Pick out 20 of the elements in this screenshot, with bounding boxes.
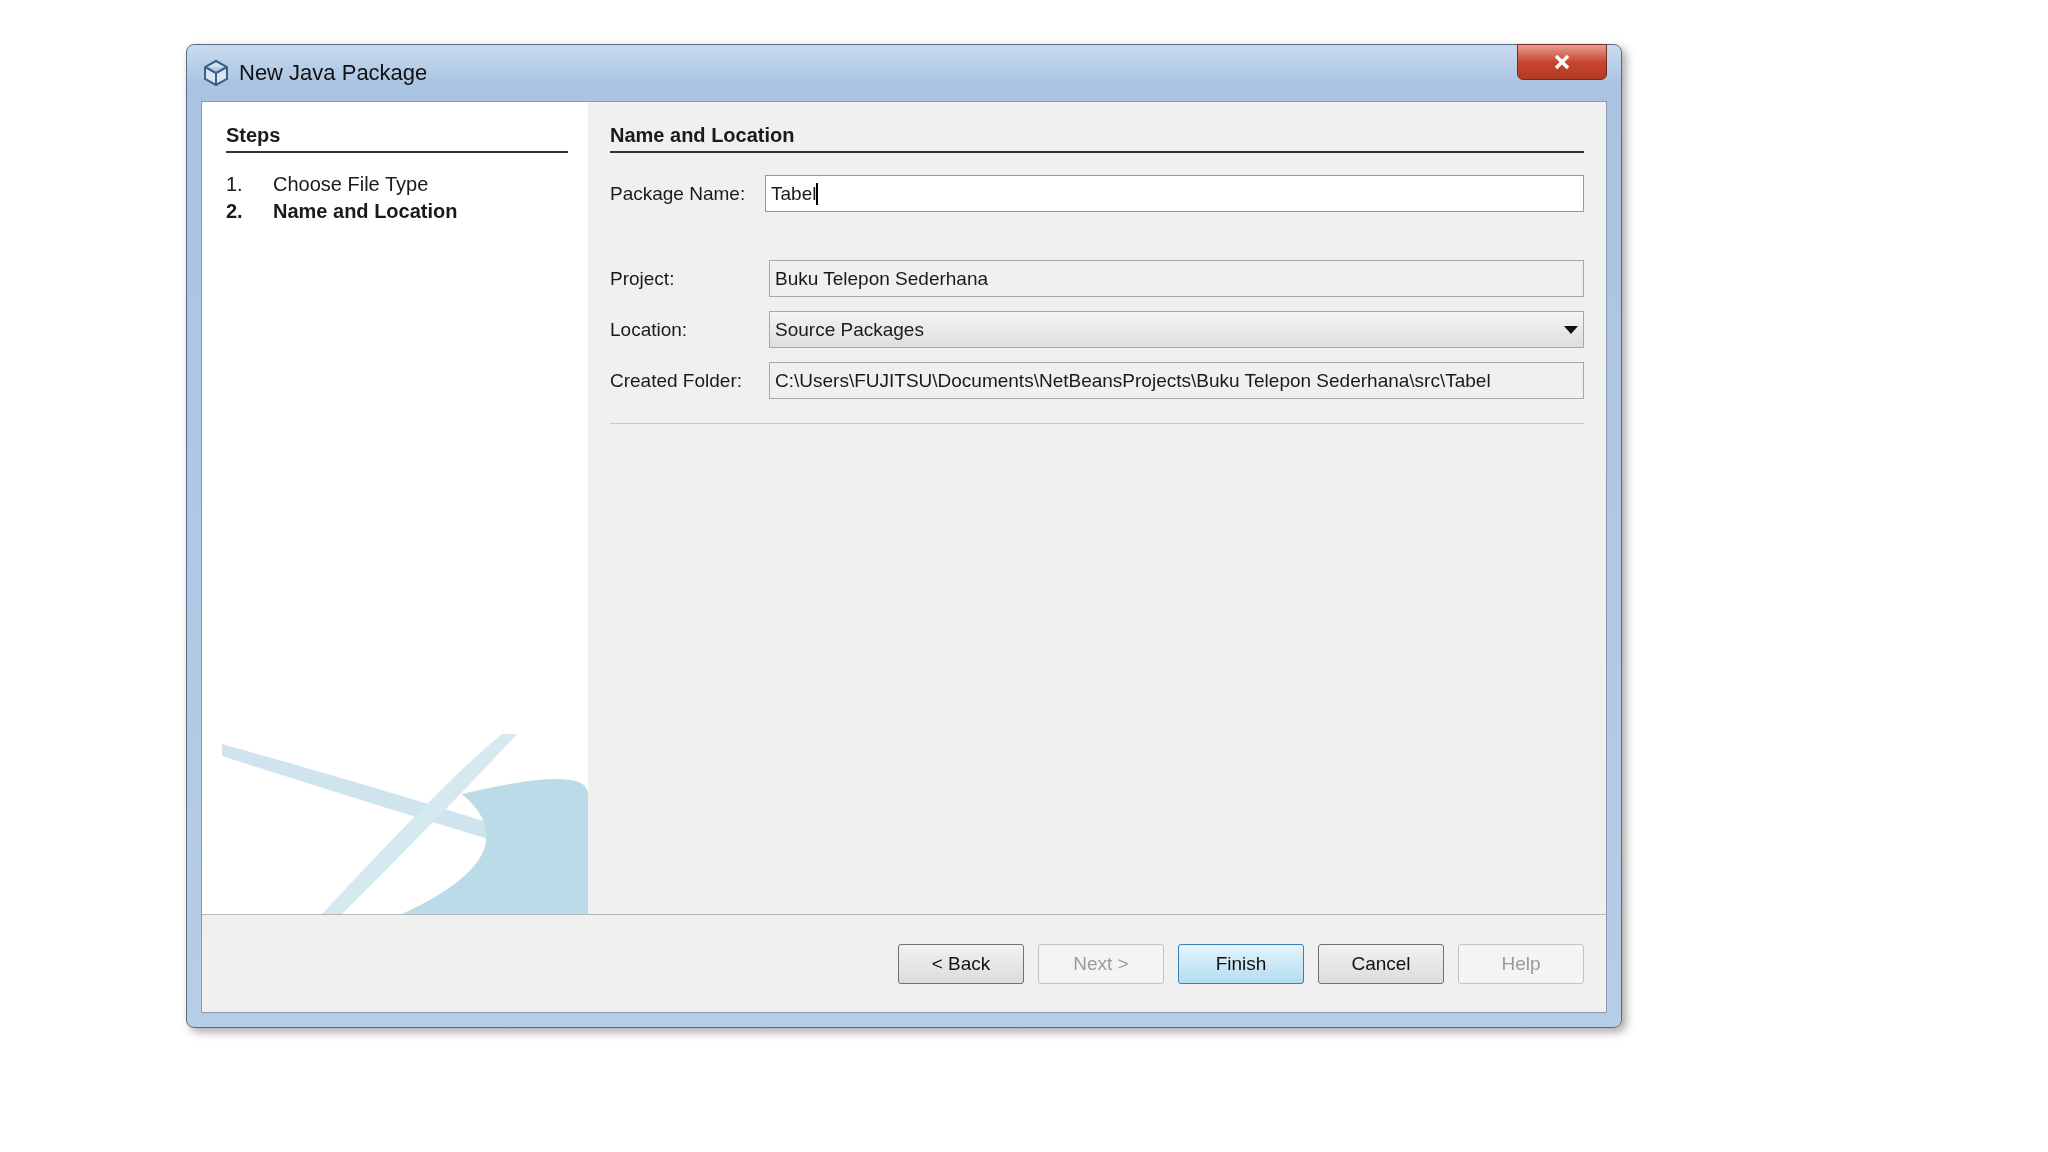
input-field[interactable]: Tabel	[765, 175, 1584, 212]
location-dropdown[interactable]: Source Packages	[769, 311, 1584, 348]
window-title: New Java Package	[239, 60, 429, 86]
field-label: Created Folder:	[610, 369, 743, 392]
close-button[interactable]	[1517, 44, 1607, 80]
dialog-button[interactable]: < Back	[898, 943, 1024, 984]
input-field[interactable]: C:\Users\FUJITSU\Documents\NetBeansProjects\Buku Telepon Sederhana\src\Tabel	[769, 362, 1584, 399]
step-item: 2. Name and Location	[226, 200, 459, 223]
field-label: Project:	[610, 267, 676, 290]
dropdown-arrow-icon	[1564, 325, 1578, 334]
input-field[interactable]: Buku Telepon Sederhana	[769, 260, 1584, 297]
step-item: 1. Choose File Type	[226, 173, 430, 196]
section-heading: Name and Location	[610, 124, 1584, 153]
close-icon	[1553, 54, 1571, 70]
field-label: Package Name:	[610, 182, 747, 205]
steps-heading: Steps	[226, 124, 568, 153]
field-label: Location:	[610, 318, 689, 341]
dialog-button[interactable]: Finish	[1178, 943, 1304, 984]
cube-icon	[203, 59, 229, 87]
dialog-button[interactable]: Cancel	[1318, 943, 1444, 984]
